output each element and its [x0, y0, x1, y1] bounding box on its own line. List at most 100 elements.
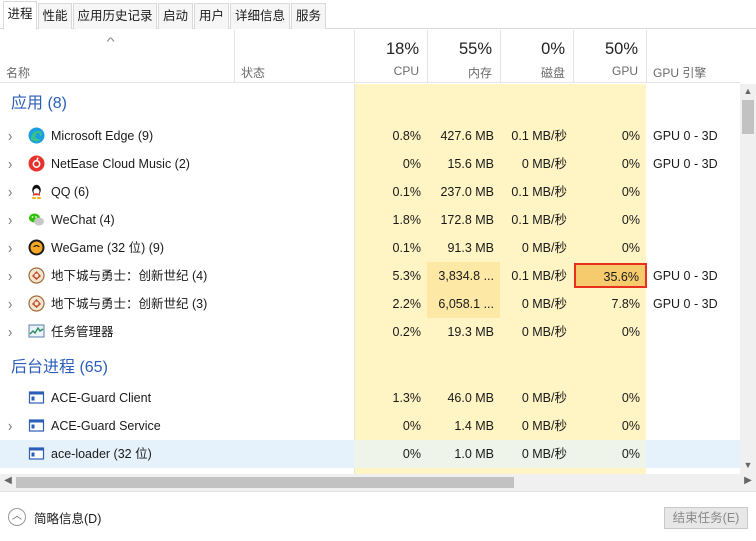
expand-chevron-icon[interactable]: › — [8, 155, 12, 173]
memory-value: 19.3 MB — [447, 325, 494, 339]
column-status-label: 状态 — [241, 66, 266, 80]
fewer-details-button[interactable]: ︿ 简略信息(D) — [8, 506, 101, 528]
column-cpu[interactable]: 18% CPU — [354, 30, 427, 83]
column-header: ^ 名称 状态 18% CPU 55% 内存 0% 磁盘 50% GPU GPU… — [0, 30, 740, 83]
vertical-scrollbar[interactable]: ▲ ▼ — [740, 84, 756, 474]
cpu-value: 0.1% — [392, 185, 422, 199]
column-name[interactable]: ^ 名称 — [0, 30, 234, 83]
cpu-value: 0.2% — [392, 325, 422, 339]
end-task-button[interactable]: 结束任务(E) — [664, 507, 748, 529]
fewer-details-label: 简略信息(D) — [34, 511, 102, 526]
wegame-icon — [28, 239, 45, 256]
column-status[interactable]: 状态 — [234, 30, 354, 83]
disk-value: 0 MB/秒 — [521, 391, 567, 405]
cpu-total: 18% — [385, 40, 419, 58]
process-name: QQ (6) — [51, 185, 90, 199]
tab-details[interactable]: 详细信息 — [230, 3, 290, 29]
table-row[interactable]: ACE-Guard Client 1.3% 46.0 MB 0 MB/秒 0% — [0, 384, 740, 412]
app-window-icon — [28, 445, 45, 462]
gpu-value: 0% — [621, 157, 640, 171]
cpu-value: 0.1% — [392, 241, 422, 255]
disk-value: 0.1 MB/秒 — [511, 129, 567, 143]
dnf-icon — [28, 267, 45, 284]
cpu-value: 0% — [354, 440, 427, 468]
app-window-icon — [28, 417, 45, 434]
gpu-value: 0% — [621, 185, 640, 199]
gpu-engine-value: GPU 0 - 3D — [653, 129, 718, 143]
expand-chevron-icon[interactable]: › — [8, 417, 12, 435]
column-memory-label: 内存 — [467, 66, 492, 80]
gpu-engine-value: GPU 0 - 3D — [653, 269, 718, 283]
cpu-value: 0% — [402, 419, 421, 433]
column-gpu-label: GPU — [611, 64, 638, 78]
expand-chevron-icon[interactable]: › — [8, 323, 12, 341]
sort-ascending-icon: ^ — [106, 36, 115, 48]
gpu-value: 0% — [621, 129, 640, 143]
scroll-up-arrow-icon[interactable]: ▲ — [740, 86, 756, 96]
column-gpu[interactable]: 50% GPU — [573, 30, 646, 83]
scroll-right-arrow-icon[interactable]: ▶ — [741, 475, 755, 486]
column-cpu-label: CPU — [393, 64, 419, 78]
table-row[interactable]: › 地下城与勇士：创新世纪 (4) 5.3% 3,834.8 ... 0.1 MB/秒 3… — [0, 262, 740, 290]
gpu-value-highlighted: 35.6% — [574, 263, 647, 288]
group-title-apps: 应用 (8) — [11, 95, 68, 112]
expand-chevron-icon[interactable]: › — [8, 267, 12, 285]
tab-services[interactable]: 服务 — [291, 3, 326, 29]
vertical-scroll-thumb[interactable] — [742, 100, 754, 134]
tab-app-history[interactable]: 应用历史记录 — [73, 3, 157, 29]
expand-chevron-icon[interactable]: › — [8, 127, 12, 145]
horizontal-scrollbar[interactable]: ◀ ▶ — [0, 474, 756, 491]
scroll-down-arrow-icon[interactable]: ▼ — [740, 460, 756, 470]
disk-total: 0% — [541, 40, 565, 58]
column-memory[interactable]: 55% 内存 — [427, 30, 500, 83]
tab-startup[interactable]: 启动 — [158, 3, 193, 29]
column-gpu-engine-label: GPU 引擎 — [653, 66, 707, 80]
table-row[interactable]: › WeGame (32 位) (9) 0.1% 91.3 MB 0 MB/秒 0% — [0, 234, 740, 262]
process-name: ACE-Guard Service — [51, 419, 161, 433]
cpu-value: 0% — [402, 157, 421, 171]
tab-processes[interactable]: 进程 — [3, 1, 37, 30]
expand-chevron-icon[interactable]: › — [8, 295, 12, 313]
disk-value: 0.1 MB/秒 — [511, 269, 567, 283]
tab-bar: 进程 性能 应用历史记录 启动 用户 详细信息 服务 — [0, 0, 756, 30]
table-row[interactable]: › WeChat (4) 1.8% 172.8 MB 0.1 MB/秒 0% — [0, 206, 740, 234]
process-name: ACE-Guard Client — [51, 391, 152, 405]
disk-value: 0 MB/秒 — [521, 419, 567, 433]
tab-performance[interactable]: 性能 — [38, 3, 72, 29]
table-row[interactable]: › ACE-Guard Service 0% 1.4 MB 0 MB/秒 0% — [0, 412, 740, 440]
table-row[interactable]: › 任务管理器 0.2% 19.3 MB 0 MB/秒 0% — [0, 318, 740, 346]
table-row[interactable]: › QQ (6) 0.1% 237.0 MB 0.1 MB/秒 0% — [0, 178, 740, 206]
table-row[interactable]: › Microsoft Edge (9) 0.8% 427.6 MB 0.1 MB/秒 0… — [0, 122, 740, 150]
gpu-value: 0% — [573, 440, 646, 468]
memory-value: 6,058.1 ... — [427, 290, 500, 318]
cpu-value: 5.3% — [392, 269, 422, 283]
process-name: 地下城与勇士：创新世纪 (3) — [51, 297, 208, 311]
column-disk[interactable]: 0% 磁盘 — [500, 30, 573, 83]
gpu-value: 0% — [621, 325, 640, 339]
gpu-total: 50% — [604, 40, 638, 58]
expand-chevron-icon[interactable]: › — [8, 211, 12, 229]
expand-chevron-icon[interactable]: › — [8, 239, 12, 257]
group-apps: 应用 (8) — [0, 84, 740, 124]
horizontal-scroll-thumb[interactable] — [16, 477, 514, 488]
process-name: 地下城与勇士：创新世纪 (4) — [51, 269, 208, 283]
tab-users[interactable]: 用户 — [194, 3, 229, 29]
disk-value: 0.1 MB/秒 — [511, 185, 567, 199]
wechat-icon — [28, 211, 45, 228]
process-name: ace-loader (32 位) — [51, 447, 152, 461]
expand-chevron-icon[interactable]: › — [8, 183, 12, 201]
memory-value: 1.4 MB — [454, 419, 494, 433]
process-name: NetEase Cloud Music (2) — [51, 157, 190, 171]
gpu-engine-value: GPU 0 - 3D — [653, 297, 718, 311]
table-row[interactable]: › NetEase Cloud Music (2) 0% 15.6 MB 0 MB/秒 0… — [0, 150, 740, 178]
table-row[interactable]: › 地下城与勇士：创新世纪 (3) 2.2% 6,058.1 ... 0 MB/秒 7.8… — [0, 290, 740, 318]
scroll-left-arrow-icon[interactable]: ◀ — [1, 475, 15, 486]
process-list: 应用 (8) › Microsoft Edge (9) 0.8% 427.6 MB 0.… — [0, 84, 740, 474]
memory-value: 1.0 MB — [427, 440, 500, 468]
column-gpu-engine[interactable]: GPU 引擎 — [646, 30, 740, 83]
table-row[interactable]: ace-loader (32 位) 0% 1.0 MB 0 MB/秒 0% — [0, 440, 740, 468]
group-title-background: 后台进程 (65) — [11, 359, 108, 376]
column-name-label: 名称 — [6, 66, 31, 80]
column-disk-label: 磁盘 — [540, 66, 565, 80]
memory-value: 237.0 MB — [440, 185, 494, 199]
